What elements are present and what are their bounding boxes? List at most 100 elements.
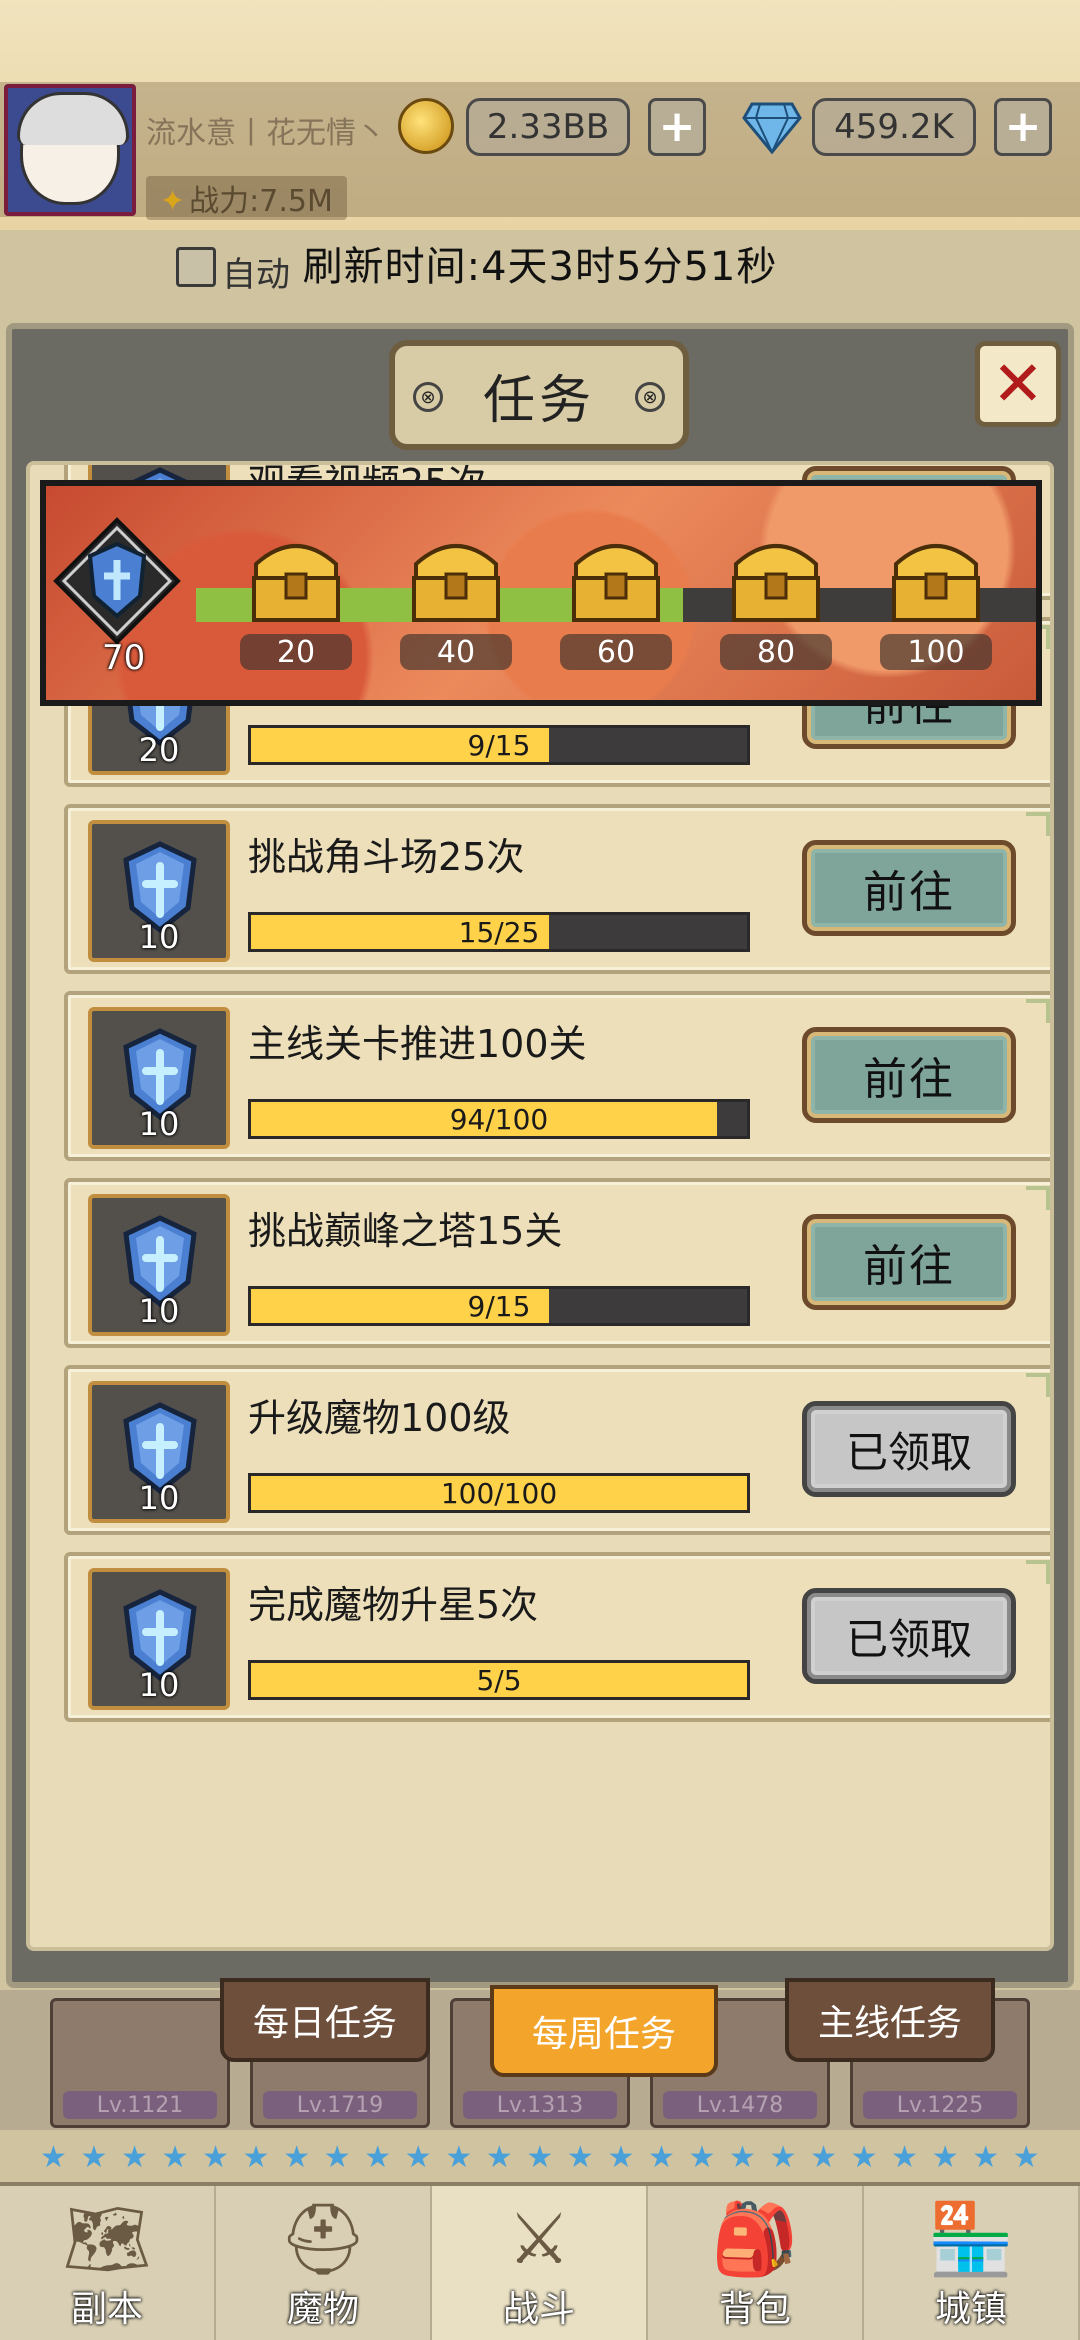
weekly-progress-banner: 70 20 40 60 80 100 <box>40 480 1042 706</box>
monster-level: Lv.1478 <box>663 2091 817 2119</box>
task-reward-points: 10 <box>138 1666 180 1704</box>
star-icon: ★ <box>729 2140 756 2175</box>
go-button[interactable]: 前往 <box>802 840 1016 936</box>
task-progress-text: 5/5 <box>476 1663 522 1697</box>
monster-level: Lv.1719 <box>263 2091 417 2119</box>
task-progress-bar: 15/25 <box>248 912 750 952</box>
task-progress-text: 100/100 <box>440 1476 558 1510</box>
task-reward-points: 10 <box>138 1479 180 1517</box>
star-icon: ★ <box>972 2140 1000 2175</box>
star-icon: ★ <box>891 2140 919 2175</box>
task-reward-box: 10 <box>88 1007 230 1149</box>
task-progress-text: 9/15 <box>467 728 531 762</box>
monster-level: Lv.1313 <box>463 2091 617 2119</box>
treasure-chest-icon[interactable] <box>406 534 506 626</box>
treasure-chest-icon[interactable] <box>726 534 826 626</box>
milestone-label: 60 <box>560 634 672 670</box>
star-icon: ★ <box>688 2140 716 2175</box>
task-progress-text: 9/15 <box>467 1289 531 1323</box>
ornament-icon: ⊗ <box>413 382 443 412</box>
task-progress-bar: 94/100 <box>248 1099 750 1139</box>
tab-daily-tasks[interactable]: 每日任务 <box>220 1978 430 2062</box>
star-icon: ★ <box>445 2140 473 2175</box>
star-icon: ★ <box>566 2140 594 2175</box>
task-reward-box: 10 <box>88 1568 230 1710</box>
nav-label: 背包 <box>718 2289 791 2330</box>
star-icon: ★ <box>40 2140 67 2175</box>
avatar[interactable] <box>4 84 136 216</box>
refresh-timer: 刷新时间:4天3时5分51秒 <box>302 244 778 290</box>
task-progress-text: 94/100 <box>449 1102 549 1136</box>
nav-label: 战斗 <box>502 2289 575 2330</box>
nav-item-dungeon[interactable]: 🗺 副本 <box>0 2186 216 2340</box>
milestone-label: 20 <box>240 634 352 670</box>
close-button[interactable]: ✕ <box>975 341 1061 427</box>
star-icon: ★ <box>323 2140 351 2175</box>
task-title: 升级魔物100级 <box>248 1396 511 1440</box>
star-icon: ★ <box>202 2140 230 2175</box>
star-icon: ★ <box>1012 2140 1040 2175</box>
add-gold-button[interactable]: + <box>648 98 706 156</box>
task-title: 挑战巅峰之塔15关 <box>248 1209 563 1253</box>
gem-amount: 459.2K <box>812 98 976 156</box>
monster-level: Lv.1225 <box>863 2091 1017 2119</box>
task-card: 10 完成魔物升星5次 5/5 已领取 <box>64 1552 1050 1722</box>
task-reward-points: 10 <box>138 918 180 956</box>
nav-label: 副本 <box>70 2289 143 2330</box>
task-title: 挑战角斗场25次 <box>248 835 525 879</box>
swords-icon: ⚔ <box>507 2198 571 2280</box>
treasure-chest-icon[interactable] <box>246 534 346 626</box>
power-text: 战力:7.5M <box>189 184 333 219</box>
power-icon: ✦ <box>160 184 186 219</box>
star-icon: ★ <box>121 2140 148 2175</box>
task-reward-box: 10 <box>88 1381 230 1523</box>
star-icon: ★ <box>161 2140 189 2175</box>
claimed-button[interactable]: 已领取 <box>802 1401 1016 1497</box>
task-reward-box: 10 <box>88 1194 230 1336</box>
star-icon: ★ <box>850 2140 878 2175</box>
milestone-label: 40 <box>400 634 512 670</box>
star-icon: ★ <box>810 2140 837 2175</box>
task-progress-bar: 5/5 <box>248 1660 750 1700</box>
star-icon: ★ <box>931 2140 959 2175</box>
star-row: ★ ★ ★ ★ ★ ★ ★ ★ ★ ★ ★ ★ ★ ★ ★ ★ ★ ★ ★ ★ ★ ★ ★ ★ ★ <box>40 2140 1040 2175</box>
go-button[interactable]: 前往 <box>802 1027 1016 1123</box>
gold-amount: 2.33BB <box>466 98 630 156</box>
star-icon: ★ <box>526 2140 554 2175</box>
star-icon: ★ <box>607 2140 635 2175</box>
task-reward-points: 10 <box>138 1292 180 1330</box>
star-icon: ★ <box>647 2140 675 2175</box>
gold-coin-icon <box>398 98 454 154</box>
nav-item-monster[interactable]: ⛑ 魔物 <box>216 2186 432 2340</box>
nav-label: 魔物 <box>286 2289 359 2330</box>
activity-points-icon <box>53 517 181 645</box>
claimed-button[interactable]: 已领取 <box>802 1588 1016 1684</box>
task-title: 完成魔物升星5次 <box>248 1583 539 1627</box>
go-button[interactable]: 前往 <box>802 1214 1016 1310</box>
task-reward-points: 20 <box>138 731 180 769</box>
modal-title-plate: ⊗ 任务 ⊗ <box>389 340 689 450</box>
player-name: 流水意丨花无情丶 <box>146 116 386 151</box>
shop-icon: 🏪 <box>927 2198 1015 2280</box>
monster-card[interactable]: Lv.1121 <box>50 1998 230 2128</box>
monster-level: Lv.1121 <box>63 2091 217 2119</box>
task-reward-box: 10 <box>88 820 230 962</box>
modal-title: 任务 <box>482 370 595 431</box>
treasure-chest-icon[interactable] <box>886 534 986 626</box>
task-card: 10 挑战巅峰之塔15关 9/15 前往 <box>64 1178 1050 1348</box>
nav-item-town[interactable]: 🏪 城镇 <box>864 2186 1080 2340</box>
treasure-chest-icon[interactable] <box>566 534 666 626</box>
ornament-icon: ⊗ <box>635 382 665 412</box>
nav-item-bag[interactable]: 🎒 背包 <box>648 2186 864 2340</box>
add-gems-button[interactable]: + <box>994 98 1052 156</box>
tab-main-tasks[interactable]: 主线任务 <box>785 1978 995 2062</box>
nav-label: 城镇 <box>934 2289 1007 2330</box>
nav-item-battle[interactable]: ⚔ 战斗 <box>432 2186 648 2340</box>
tab-weekly-tasks[interactable]: 每周任务 <box>490 1985 718 2077</box>
task-progress-bar: 100/100 <box>248 1473 750 1513</box>
task-card: 10 升级魔物100级 100/100 已领取 <box>64 1365 1050 1535</box>
star-icon: ★ <box>242 2140 270 2175</box>
star-icon: ★ <box>769 2140 797 2175</box>
star-icon: ★ <box>364 2140 392 2175</box>
task-title: 主线关卡推进100关 <box>248 1022 587 1066</box>
